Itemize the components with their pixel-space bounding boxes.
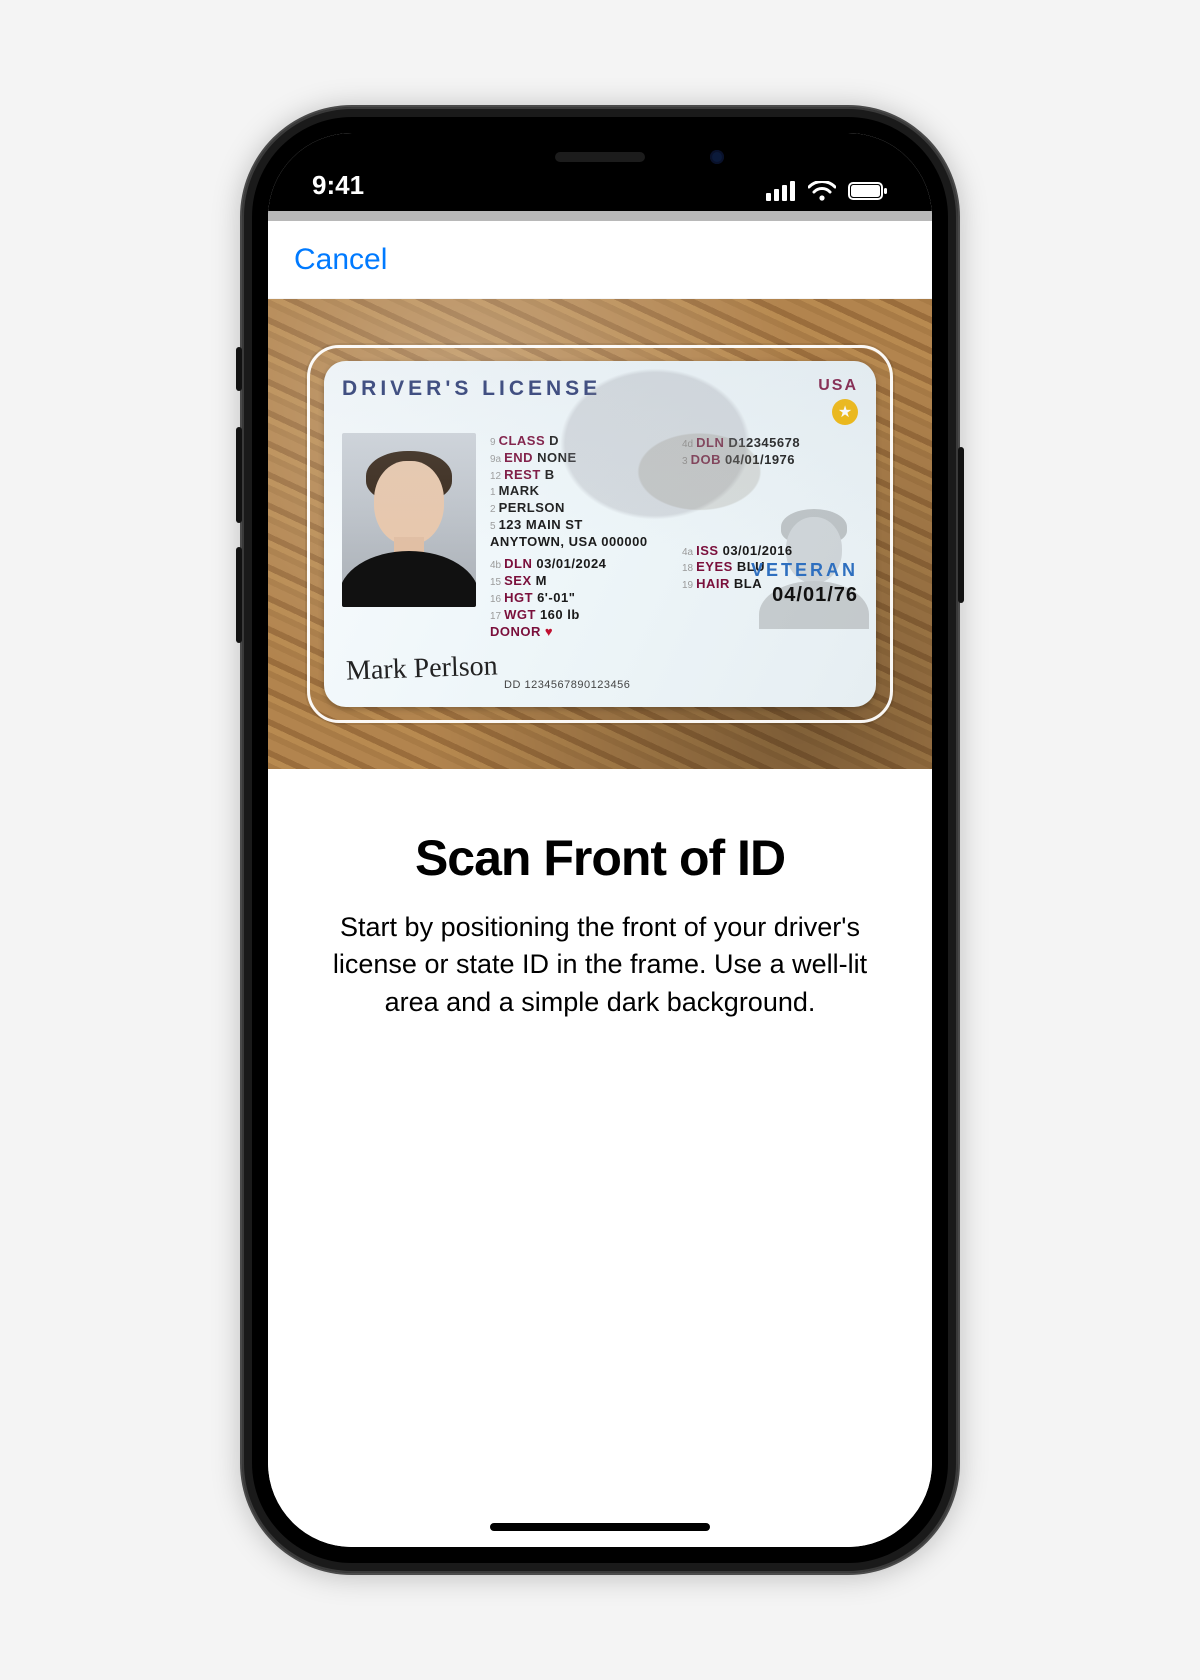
id-signature: Mark Perlson xyxy=(345,650,498,687)
speaker-grille xyxy=(555,152,645,162)
id-country: USA xyxy=(818,377,858,395)
volume-up-button xyxy=(236,427,242,523)
screen: 9:41 xyxy=(268,133,932,1547)
real-id-star-icon: ★ xyxy=(832,399,858,425)
instruction-body: Start by positioning the front of your d… xyxy=(316,909,884,1021)
power-button xyxy=(958,447,964,603)
instruction-title: Scan Front of ID xyxy=(316,829,884,887)
id-title: DRIVER'S LICENSE xyxy=(342,377,601,401)
home-indicator[interactable] xyxy=(490,1523,710,1531)
heart-icon: ♥ xyxy=(545,624,553,639)
phone-frame: 9:41 xyxy=(242,107,958,1573)
id-photo xyxy=(342,433,476,607)
cellular-icon xyxy=(766,181,796,201)
background-sheet xyxy=(268,211,932,221)
mute-switch xyxy=(236,347,242,391)
battery-icon xyxy=(848,181,888,201)
camera-preview[interactable]: DRIVER'S LICENSE USA ★ xyxy=(268,299,932,769)
id-dd: DD 1234567890123456 xyxy=(504,679,630,691)
id-card: DRIVER'S LICENSE USA ★ xyxy=(324,361,876,707)
instructions-section: Scan Front of ID Start by positioning th… xyxy=(268,769,932,1547)
cancel-button[interactable]: Cancel xyxy=(294,243,387,277)
front-camera-icon xyxy=(710,150,724,164)
notch xyxy=(450,133,750,181)
volume-down-button xyxy=(236,547,242,643)
dob-large: 04/01/76 xyxy=(772,583,858,609)
wifi-icon xyxy=(808,181,836,201)
veteran-label: VETERAN xyxy=(751,559,858,582)
scan-frame: DRIVER'S LICENSE USA ★ xyxy=(307,345,893,723)
status-time: 9:41 xyxy=(312,170,364,201)
id-fields: 9CLASSD 9aENDNONE 12RESTB 1MARK 2PERLSON… xyxy=(490,433,858,640)
nav-bar: Cancel xyxy=(268,221,932,299)
